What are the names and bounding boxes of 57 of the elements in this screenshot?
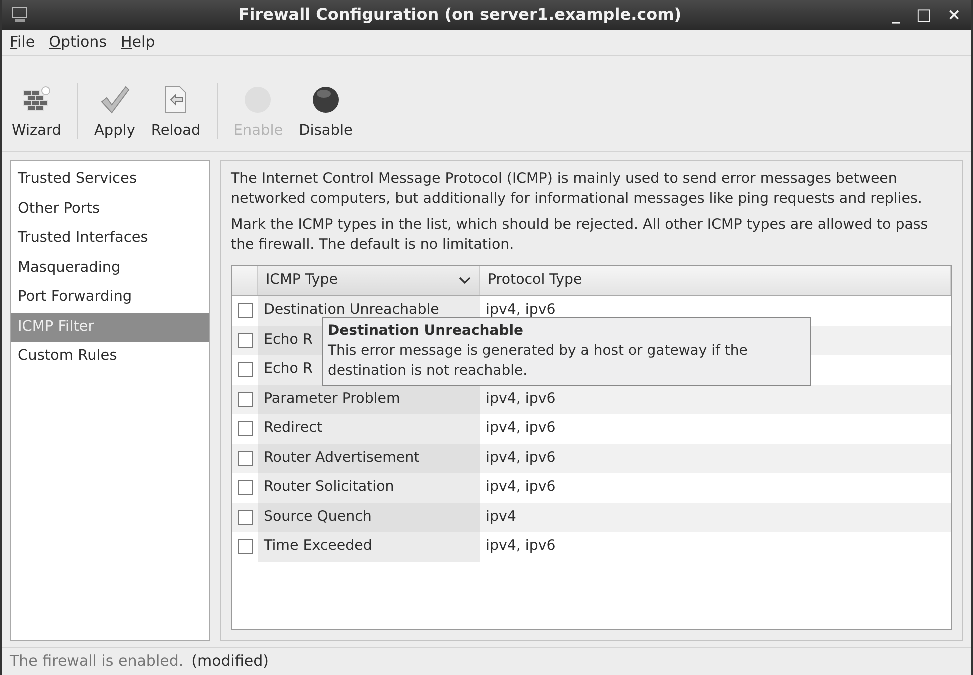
table-cell-text: Router Advertisement [264,448,420,468]
checkmark-icon [98,85,131,116]
checkbox[interactable] [238,392,252,407]
table-cell-text: ipv4, ipv6 [486,537,556,556]
checkbox[interactable] [238,362,252,378]
menu-item[interactable]: Options [49,31,108,54]
checkbox[interactable] [238,303,252,318]
toolbar-button[interactable]: Reload [145,85,207,143]
table-cell-text: Redirect [264,419,323,438]
status-text: The firewall is enabled. [10,651,184,672]
menu-item[interactable]: Help [121,31,156,54]
table-cell-text: ipv4, ipv6 [486,390,556,409]
description-text: Mark the ICMP types in the list, which should be rejected. All other ICMP types are allowed to pass the firewall. The default is no limitation. [231,216,930,255]
checkbox[interactable] [238,421,252,436]
window-title: Firewall Configuration (on server1.example.com) [238,4,683,26]
column-header[interactable]: ICMP Type [266,270,338,292]
table-cell-text: Echo R [264,330,313,350]
close-button[interactable]: × [948,3,961,27]
checkbox[interactable] [238,480,252,496]
description-text: The Internet Control Message Protocol (ICMP) is mainly used to send error messages between networked computers, but additionally for informational messages like ping requests and replies. [231,170,924,209]
toolbar-button[interactable]: Disable [293,85,359,143]
sphere-icon [311,85,342,116]
table-cell-text: Echo R [264,360,313,380]
toolbar-button[interactable]: Wizard [6,85,68,143]
sidebar-item[interactable]: Masquerading [11,254,209,283]
checkbox[interactable] [238,332,252,348]
sidebar-item[interactable]: Other Ports [11,194,209,224]
chevron-down-icon[interactable] [459,276,471,284]
sidebar-item[interactable]: Trusted Interfaces [11,224,209,254]
column-header[interactable]: Protocol Type [488,270,582,292]
table-cell-text: Parameter Problem [264,390,400,409]
minimize-button[interactable]: _ [892,3,900,27]
sidebar-item[interactable]: Port Forwarding [11,283,209,312]
document-arrow-icon [163,85,190,116]
sidebar-item[interactable]: Custom Rules [11,342,209,372]
checkbox[interactable] [238,539,252,554]
column-header-cell[interactable]: ICMP Type [258,266,480,295]
column-header-cell[interactable]: Protocol Type [480,266,951,295]
table-cell-text: ipv4 [486,508,516,527]
menu-item[interactable]: File [10,31,36,54]
table-cell-text: ipv4, ipv6 [486,448,556,468]
table-cell-text: ipv4, ipv6 [486,301,556,320]
status-note: (modified) [192,651,270,672]
table-cell-text: Source Quench [264,508,372,527]
toolbar-button[interactable]: Apply [88,85,142,143]
checkbox[interactable] [238,450,252,466]
table-cell-text: ipv4, ipv6 [486,419,556,438]
table-cell-text: Time Exceeded [264,537,372,556]
maximize-button[interactable]: □ [916,3,932,27]
table-cell-text: Destination Unreachable [264,301,440,320]
tooltip-text: This error message is generated by a host or gateway if the destination is not reachable. [328,343,748,379]
checkbox[interactable] [238,510,252,525]
table-cell-text: ipv4, ipv6 [486,478,556,498]
table-cell-text: Router Solicitation [264,478,394,498]
sidebar-item[interactable]: Trusted Services [11,165,209,194]
window-icon [12,7,28,23]
tooltip-title: Destination Unreachable [328,322,525,341]
